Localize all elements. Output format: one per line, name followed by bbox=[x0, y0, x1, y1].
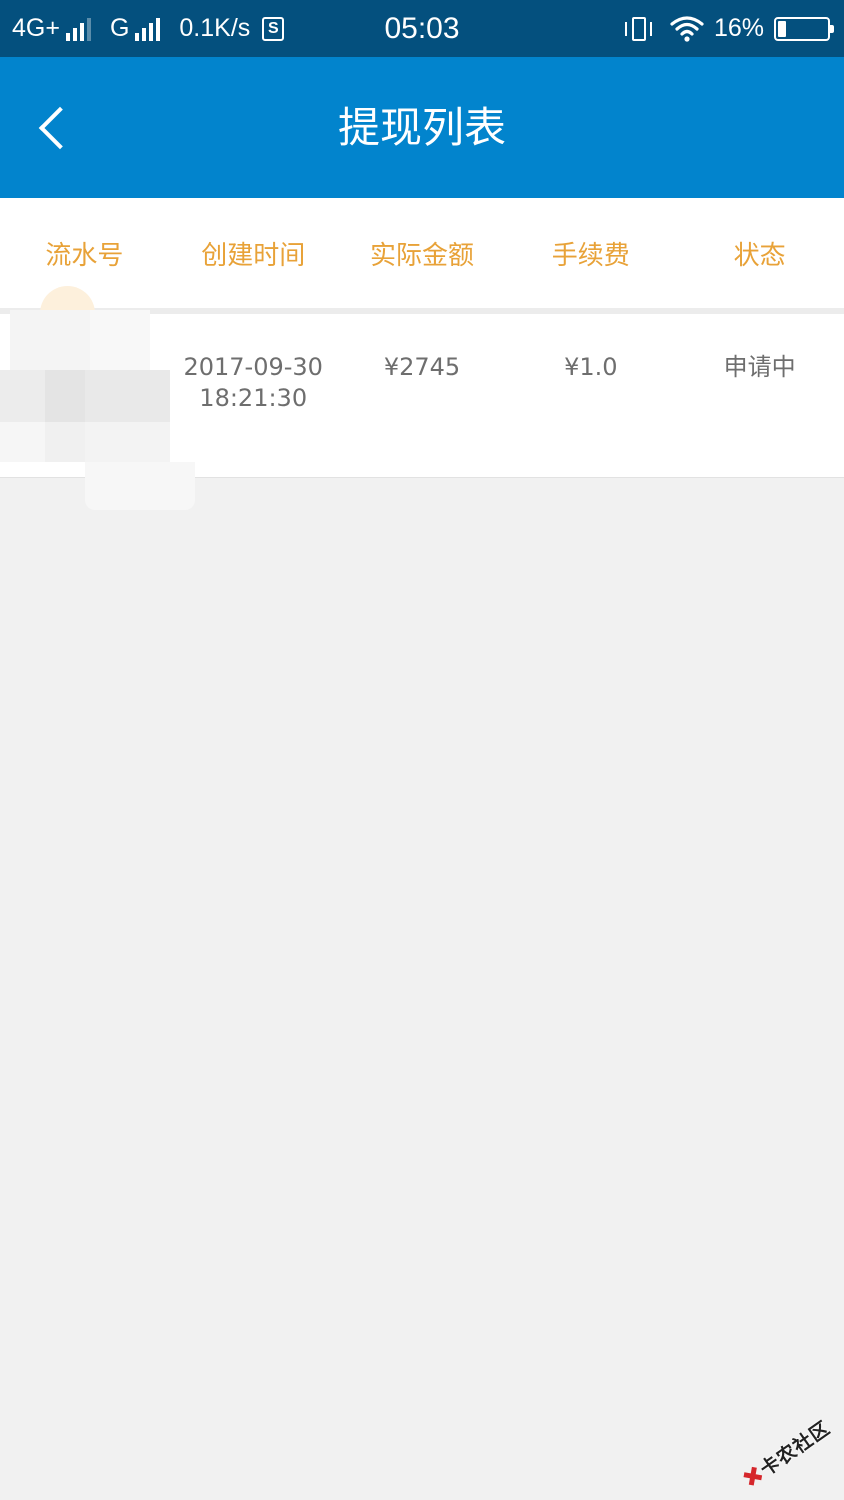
signal-strength-2-icon bbox=[135, 17, 163, 41]
chevron-left-icon bbox=[38, 106, 82, 150]
status-bar-right: 16% bbox=[624, 0, 834, 57]
s-app-icon: S bbox=[262, 16, 285, 41]
table-row[interactable]: 2017-09-30 18:21:30 ¥2745 ¥1.0 申请中 bbox=[0, 314, 844, 478]
cell-date: 2017-09-30 bbox=[183, 353, 323, 381]
column-header-serial: 流水号 bbox=[45, 240, 124, 271]
status-bar-left: 4G+ G 0.1K/s S bbox=[12, 0, 285, 57]
title-bar: 提现列表 bbox=[0, 57, 844, 198]
cell-fee: ¥1.0 bbox=[564, 353, 618, 381]
cell-status: 申请中 bbox=[723, 353, 796, 381]
column-header-fee: 手续费 bbox=[551, 240, 630, 271]
network-speed: 0.1K/s bbox=[179, 14, 251, 42]
table-header: 流水号 创建时间 实际金额 手续费 状态 bbox=[0, 198, 844, 308]
column-header-created-time: 创建时间 bbox=[201, 240, 306, 271]
column-header-actual-amount: 实际金额 bbox=[369, 240, 474, 271]
cell-amount: ¥2745 bbox=[383, 353, 461, 381]
battery-percent: 16% bbox=[713, 14, 764, 42]
battery-icon bbox=[774, 16, 834, 41]
signal-strength-icon bbox=[65, 17, 94, 41]
cell-time: 18:21:30 bbox=[199, 384, 308, 412]
community-watermark: 卡农社区 bbox=[731, 1404, 842, 1500]
status-bar: 4G+ G 0.1K/s S 05:03 16% bbox=[0, 0, 844, 57]
vibrate-icon bbox=[624, 15, 654, 43]
page-title: 提现列表 bbox=[337, 103, 506, 152]
network-type-2: G bbox=[109, 14, 130, 42]
watermark-text: 卡农社区 bbox=[755, 1416, 835, 1481]
back-button[interactable] bbox=[22, 93, 86, 163]
column-header-status: 状态 bbox=[733, 240, 786, 271]
wifi-icon bbox=[670, 15, 704, 42]
battery-fill bbox=[778, 20, 786, 37]
cell-created-time: 2017-09-30 18:21:30 bbox=[169, 352, 338, 414]
network-type-1: 4G+ bbox=[12, 14, 60, 42]
